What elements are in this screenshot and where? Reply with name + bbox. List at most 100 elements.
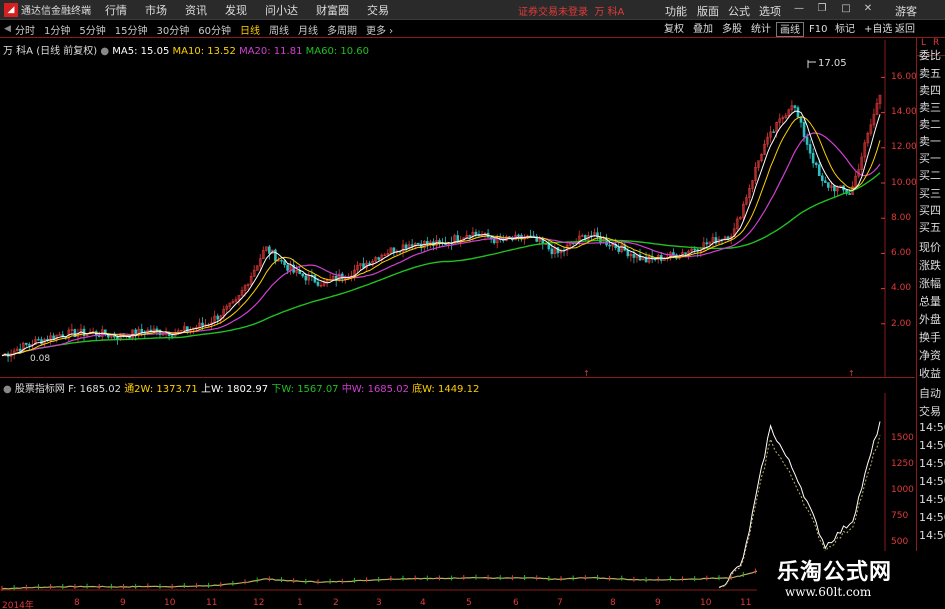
candle-body: [216, 315, 220, 320]
x-label: 7: [557, 598, 563, 608]
quote-item: 卖四: [919, 84, 941, 97]
info-toggle-icon: ●: [100, 46, 110, 57]
axis-label: 10.00: [891, 178, 917, 188]
quote-item: 外盘: [919, 313, 941, 326]
candle-body: [608, 244, 611, 247]
tick-time: 14:50: [919, 511, 945, 524]
candle-body: [474, 231, 478, 235]
axis-label: 6.00: [891, 248, 912, 258]
x-label: 2: [333, 598, 339, 608]
candle-body: [456, 235, 460, 242]
candle-body: [25, 342, 28, 345]
ma60-line: [1, 172, 881, 357]
axis-label: 8.00: [891, 213, 912, 223]
x-label: 1: [297, 598, 303, 608]
candle-body: [705, 242, 709, 245]
tick-time: 14:50: [919, 493, 945, 506]
price-axis-ticks: [881, 76, 885, 325]
quote-item: 涨跌: [919, 259, 941, 272]
candle-body: [833, 185, 836, 192]
candle-body: [40, 339, 43, 345]
candle-body: [827, 182, 830, 188]
axis-label: 4.00: [891, 283, 912, 293]
candle-body: [817, 164, 821, 177]
quote-item: 卖三: [919, 101, 941, 114]
candle-body: [632, 253, 636, 258]
candle-body: [170, 335, 174, 337]
x-label: 10: [164, 598, 176, 608]
candle-body: [416, 242, 420, 245]
x-label: 6: [513, 598, 519, 608]
candle-body: [492, 238, 496, 244]
candle-body: [283, 260, 286, 266]
x-label: 12: [253, 598, 265, 608]
tick-time: 14:50: [919, 529, 945, 542]
kline-chart[interactable]: 17.05 0.08 ↑ ↑: [0, 0, 915, 609]
candle-body: [404, 244, 408, 249]
x-label: 2014年: [2, 601, 34, 609]
high-label: 17.05: [818, 58, 847, 69]
tick-time: 14:50: [919, 421, 945, 434]
indicator-baseline-line: [1, 564, 881, 590]
candle-body: [377, 257, 381, 260]
candle-body: [438, 240, 441, 243]
ma10-line: [1, 116, 881, 357]
candle-body: [58, 334, 62, 336]
candle-body: [316, 281, 320, 286]
ind-axis-label: 1000: [891, 485, 914, 495]
candle-body: [672, 252, 675, 256]
candle-body: [811, 152, 815, 164]
quote-item: 买四: [919, 204, 941, 217]
quote-item: 买五: [919, 221, 941, 234]
quote-item: 卖五: [919, 67, 941, 80]
candle-body: [28, 344, 31, 346]
axis-label: 12.00: [891, 142, 917, 152]
ind-axis-label: 500: [891, 537, 909, 547]
candle-body: [201, 322, 204, 326]
candle-body: [814, 162, 818, 166]
quote-item: 现价: [919, 241, 941, 254]
ma-info-bar: 万 科A (日线 前复权) ● MA5: 15.05 MA10: 13.52 M…: [3, 46, 369, 57]
x-label: 10: [700, 598, 712, 608]
x-label: 11: [740, 598, 752, 608]
candle-body: [772, 131, 775, 133]
x-label: 8: [610, 598, 616, 608]
quote-item: 涨幅: [919, 277, 941, 290]
candle-body: [155, 328, 159, 331]
ind-axis-label: 750: [891, 511, 909, 521]
candle-body: [799, 116, 803, 123]
axis-label: 14.00: [891, 107, 917, 117]
auto-trade-item[interactable]: 自动: [919, 385, 941, 401]
watermark-url: www.60lt.com: [785, 585, 872, 599]
candle-body: [802, 122, 806, 138]
quote-item: 换手: [919, 331, 941, 344]
x-label: 11: [206, 598, 218, 608]
watermark-title: 乐淘公式网: [777, 559, 893, 585]
candle-body: [268, 246, 271, 254]
ind-axis-label: 1500: [891, 433, 914, 443]
x-label: 4: [420, 598, 426, 608]
quote-item: 总量: [919, 295, 941, 308]
quote-item: 买一: [919, 152, 941, 165]
candle-body: [274, 249, 277, 262]
candle-body: [37, 339, 40, 341]
candle-body: [684, 252, 687, 254]
quote-item: 卖一: [919, 135, 941, 148]
auto-trade-item[interactable]: 交易: [919, 403, 941, 419]
candle-body: [304, 275, 308, 281]
candle-body: [820, 175, 824, 182]
candle-body: [468, 235, 472, 237]
candle-body: [693, 248, 696, 251]
axis-label: 2.00: [891, 319, 912, 329]
candle-body: [301, 273, 305, 277]
tick-time: 14:50: [919, 475, 945, 488]
candle-body: [796, 107, 800, 118]
pane-separator[interactable]: [0, 377, 915, 378]
x-label: 5: [466, 598, 472, 608]
axis-label: 16.00: [891, 72, 917, 82]
terminal-window: ◢ 通达信金融终端 行情 市场 资讯 发现 问小达 财富圈 交易 证券交易未登录…: [0, 0, 945, 609]
indicator-toggle-icon: ●: [3, 384, 12, 395]
quote-item: 买三: [919, 187, 941, 200]
x-label: 9: [120, 598, 126, 608]
candle-body: [392, 247, 396, 253]
